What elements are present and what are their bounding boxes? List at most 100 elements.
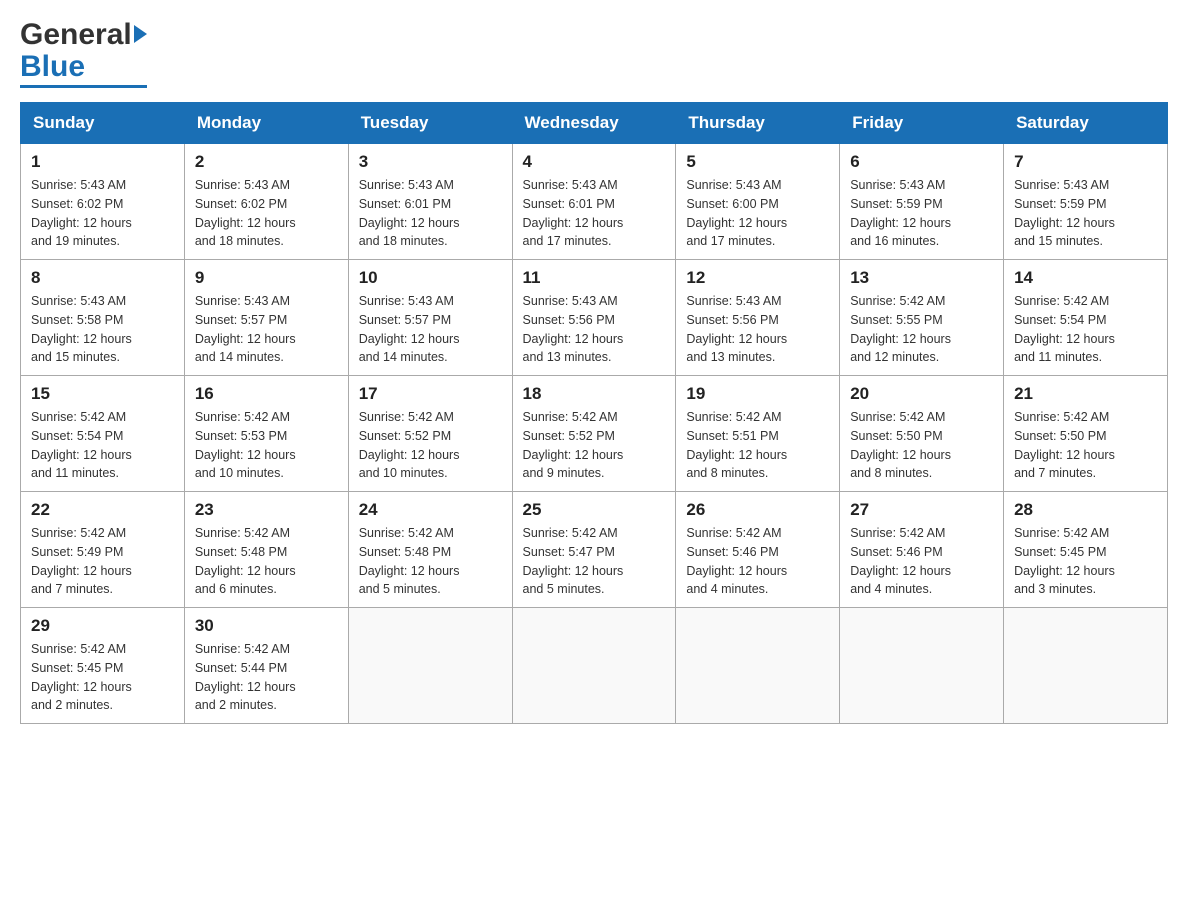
day-number: 27: [850, 500, 993, 520]
day-info: Sunrise: 5:43 AMSunset: 6:02 PMDaylight:…: [31, 178, 132, 248]
day-info: Sunrise: 5:42 AMSunset: 5:50 PMDaylight:…: [850, 410, 951, 480]
column-header-thursday: Thursday: [676, 103, 840, 144]
calendar-cell: 26 Sunrise: 5:42 AMSunset: 5:46 PMDaylig…: [676, 492, 840, 608]
page-header: General Blue: [20, 20, 1168, 88]
day-info: Sunrise: 5:42 AMSunset: 5:54 PMDaylight:…: [31, 410, 132, 480]
calendar-cell: 19 Sunrise: 5:42 AMSunset: 5:51 PMDaylig…: [676, 376, 840, 492]
calendar-cell: 4 Sunrise: 5:43 AMSunset: 6:01 PMDayligh…: [512, 144, 676, 260]
day-number: 20: [850, 384, 993, 404]
day-info: Sunrise: 5:43 AMSunset: 6:00 PMDaylight:…: [686, 178, 787, 248]
day-number: 2: [195, 152, 338, 172]
calendar-header-row: SundayMondayTuesdayWednesdayThursdayFrid…: [21, 103, 1168, 144]
calendar-cell: 29 Sunrise: 5:42 AMSunset: 5:45 PMDaylig…: [21, 608, 185, 724]
day-info: Sunrise: 5:43 AMSunset: 5:59 PMDaylight:…: [850, 178, 951, 248]
calendar-cell: 20 Sunrise: 5:42 AMSunset: 5:50 PMDaylig…: [840, 376, 1004, 492]
calendar-cell: 9 Sunrise: 5:43 AMSunset: 5:57 PMDayligh…: [184, 260, 348, 376]
column-header-friday: Friday: [840, 103, 1004, 144]
calendar-week-row: 15 Sunrise: 5:42 AMSunset: 5:54 PMDaylig…: [21, 376, 1168, 492]
calendar-cell: 22 Sunrise: 5:42 AMSunset: 5:49 PMDaylig…: [21, 492, 185, 608]
column-header-tuesday: Tuesday: [348, 103, 512, 144]
day-info: Sunrise: 5:42 AMSunset: 5:49 PMDaylight:…: [31, 526, 132, 596]
day-number: 17: [359, 384, 502, 404]
day-info: Sunrise: 5:42 AMSunset: 5:55 PMDaylight:…: [850, 294, 951, 364]
logo-underline: [20, 85, 147, 88]
calendar-cell: 28 Sunrise: 5:42 AMSunset: 5:45 PMDaylig…: [1004, 492, 1168, 608]
calendar-cell: 30 Sunrise: 5:42 AMSunset: 5:44 PMDaylig…: [184, 608, 348, 724]
calendar-cell: 7 Sunrise: 5:43 AMSunset: 5:59 PMDayligh…: [1004, 144, 1168, 260]
day-info: Sunrise: 5:42 AMSunset: 5:46 PMDaylight:…: [686, 526, 787, 596]
calendar-cell: 15 Sunrise: 5:42 AMSunset: 5:54 PMDaylig…: [21, 376, 185, 492]
calendar-cell: [348, 608, 512, 724]
day-number: 6: [850, 152, 993, 172]
day-number: 9: [195, 268, 338, 288]
day-info: Sunrise: 5:42 AMSunset: 5:45 PMDaylight:…: [31, 642, 132, 712]
day-number: 25: [523, 500, 666, 520]
calendar-cell: [512, 608, 676, 724]
day-info: Sunrise: 5:42 AMSunset: 5:44 PMDaylight:…: [195, 642, 296, 712]
day-number: 8: [31, 268, 174, 288]
day-info: Sunrise: 5:42 AMSunset: 5:46 PMDaylight:…: [850, 526, 951, 596]
day-number: 16: [195, 384, 338, 404]
day-number: 19: [686, 384, 829, 404]
day-info: Sunrise: 5:43 AMSunset: 5:58 PMDaylight:…: [31, 294, 132, 364]
day-number: 4: [523, 152, 666, 172]
calendar-cell: 17 Sunrise: 5:42 AMSunset: 5:52 PMDaylig…: [348, 376, 512, 492]
calendar-week-row: 29 Sunrise: 5:42 AMSunset: 5:45 PMDaylig…: [21, 608, 1168, 724]
logo-blue-text: Blue: [20, 50, 85, 84]
calendar-cell: 14 Sunrise: 5:42 AMSunset: 5:54 PMDaylig…: [1004, 260, 1168, 376]
day-number: 28: [1014, 500, 1157, 520]
day-info: Sunrise: 5:42 AMSunset: 5:50 PMDaylight:…: [1014, 410, 1115, 480]
day-number: 3: [359, 152, 502, 172]
calendar-cell: 18 Sunrise: 5:42 AMSunset: 5:52 PMDaylig…: [512, 376, 676, 492]
day-info: Sunrise: 5:42 AMSunset: 5:54 PMDaylight:…: [1014, 294, 1115, 364]
calendar-cell: 3 Sunrise: 5:43 AMSunset: 6:01 PMDayligh…: [348, 144, 512, 260]
day-info: Sunrise: 5:43 AMSunset: 5:57 PMDaylight:…: [359, 294, 460, 364]
day-number: 21: [1014, 384, 1157, 404]
calendar-cell: 13 Sunrise: 5:42 AMSunset: 5:55 PMDaylig…: [840, 260, 1004, 376]
column-header-monday: Monday: [184, 103, 348, 144]
calendar-cell: 23 Sunrise: 5:42 AMSunset: 5:48 PMDaylig…: [184, 492, 348, 608]
day-number: 23: [195, 500, 338, 520]
day-info: Sunrise: 5:43 AMSunset: 6:01 PMDaylight:…: [359, 178, 460, 248]
calendar-cell: [676, 608, 840, 724]
calendar-cell: 5 Sunrise: 5:43 AMSunset: 6:00 PMDayligh…: [676, 144, 840, 260]
day-info: Sunrise: 5:42 AMSunset: 5:52 PMDaylight:…: [359, 410, 460, 480]
calendar-table: SundayMondayTuesdayWednesdayThursdayFrid…: [20, 102, 1168, 724]
day-number: 7: [1014, 152, 1157, 172]
day-number: 18: [523, 384, 666, 404]
day-number: 14: [1014, 268, 1157, 288]
day-number: 15: [31, 384, 174, 404]
day-info: Sunrise: 5:43 AMSunset: 5:57 PMDaylight:…: [195, 294, 296, 364]
calendar-cell: 1 Sunrise: 5:43 AMSunset: 6:02 PMDayligh…: [21, 144, 185, 260]
day-number: 10: [359, 268, 502, 288]
day-info: Sunrise: 5:42 AMSunset: 5:47 PMDaylight:…: [523, 526, 624, 596]
day-number: 26: [686, 500, 829, 520]
day-info: Sunrise: 5:42 AMSunset: 5:48 PMDaylight:…: [195, 526, 296, 596]
calendar-cell: 24 Sunrise: 5:42 AMSunset: 5:48 PMDaylig…: [348, 492, 512, 608]
day-info: Sunrise: 5:43 AMSunset: 5:56 PMDaylight:…: [686, 294, 787, 364]
day-number: 30: [195, 616, 338, 636]
day-info: Sunrise: 5:42 AMSunset: 5:48 PMDaylight:…: [359, 526, 460, 596]
day-number: 29: [31, 616, 174, 636]
calendar-week-row: 8 Sunrise: 5:43 AMSunset: 5:58 PMDayligh…: [21, 260, 1168, 376]
calendar-cell: 21 Sunrise: 5:42 AMSunset: 5:50 PMDaylig…: [1004, 376, 1168, 492]
day-info: Sunrise: 5:42 AMSunset: 5:52 PMDaylight:…: [523, 410, 624, 480]
day-info: Sunrise: 5:43 AMSunset: 6:01 PMDaylight:…: [523, 178, 624, 248]
calendar-cell: [840, 608, 1004, 724]
calendar-cell: 10 Sunrise: 5:43 AMSunset: 5:57 PMDaylig…: [348, 260, 512, 376]
calendar-cell: [1004, 608, 1168, 724]
day-info: Sunrise: 5:42 AMSunset: 5:51 PMDaylight:…: [686, 410, 787, 480]
calendar-cell: 12 Sunrise: 5:43 AMSunset: 5:56 PMDaylig…: [676, 260, 840, 376]
day-number: 24: [359, 500, 502, 520]
day-info: Sunrise: 5:43 AMSunset: 6:02 PMDaylight:…: [195, 178, 296, 248]
calendar-cell: 11 Sunrise: 5:43 AMSunset: 5:56 PMDaylig…: [512, 260, 676, 376]
day-number: 5: [686, 152, 829, 172]
day-number: 12: [686, 268, 829, 288]
day-number: 22: [31, 500, 174, 520]
day-number: 11: [523, 268, 666, 288]
calendar-week-row: 22 Sunrise: 5:42 AMSunset: 5:49 PMDaylig…: [21, 492, 1168, 608]
calendar-week-row: 1 Sunrise: 5:43 AMSunset: 6:02 PMDayligh…: [21, 144, 1168, 260]
calendar-cell: 27 Sunrise: 5:42 AMSunset: 5:46 PMDaylig…: [840, 492, 1004, 608]
column-header-saturday: Saturday: [1004, 103, 1168, 144]
day-number: 1: [31, 152, 174, 172]
